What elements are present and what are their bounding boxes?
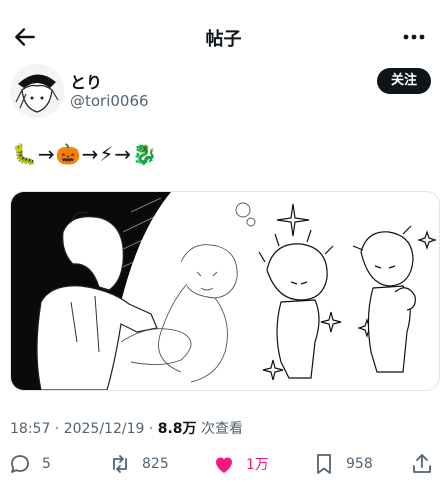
reply-button[interactable]: 5 <box>8 446 51 482</box>
repost-icon <box>113 455 127 473</box>
repost-count: 825 <box>142 456 169 472</box>
follow-button[interactable]: 关注 <box>377 68 431 94</box>
like-count: 1万 <box>246 457 269 473</box>
repost-button[interactable]: 825 <box>108 446 169 482</box>
reply-count: 5 <box>42 456 51 472</box>
view-label: 次查看 <box>196 421 244 437</box>
page-title: 帖子 <box>205 29 242 50</box>
author-name[interactable]: とり <box>70 69 102 93</box>
top-bar: 帖子 <box>0 0 447 72</box>
post-text: 🐛→🎃→⚡→🐉 <box>12 142 159 166</box>
post-timestamp: 18:57 · 2025/12/19 · <box>10 421 158 437</box>
author-handle[interactable]: @tori0066 <box>70 92 149 110</box>
view-count: 8.8万 <box>157 421 197 437</box>
share-button[interactable] <box>410 446 434 482</box>
post-meta: 18:57 · 2025/12/19 · 8.8万 次查看 <box>10 418 243 438</box>
post-image[interactable] <box>10 191 440 391</box>
share-icon <box>413 454 431 473</box>
action-bar: 5 825 1万 958 <box>0 446 447 486</box>
bookmark-count: 958 <box>346 456 373 472</box>
more-options-icon[interactable] <box>400 26 428 48</box>
like-button[interactable]: 1万 <box>212 446 269 482</box>
bookmark-icon <box>317 454 331 474</box>
bookmark-button[interactable]: 958 <box>312 446 373 482</box>
reply-icon <box>11 455 29 473</box>
heart-icon <box>216 457 232 473</box>
avatar[interactable] <box>10 64 64 118</box>
